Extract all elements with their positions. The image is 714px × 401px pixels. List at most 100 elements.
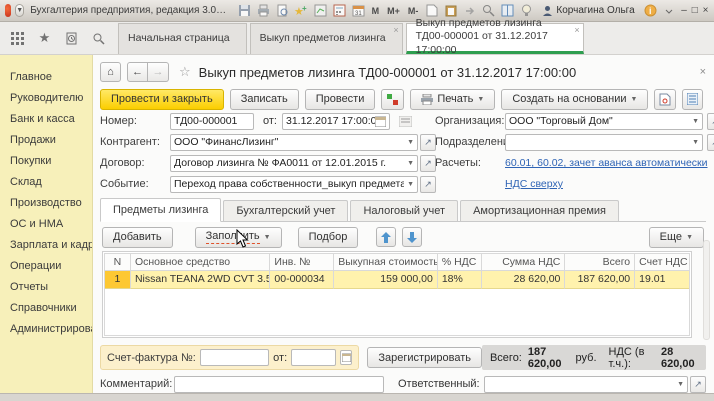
tab-home[interactable]: Начальная страница — [118, 23, 247, 54]
organization-open-button[interactable]: ↗ — [707, 113, 714, 130]
info-icon[interactable]: i — [643, 3, 658, 18]
save-icon[interactable] — [237, 3, 252, 18]
tab-leasing-items[interactable]: Предметы лизинга — [100, 198, 221, 222]
invoice-date-input[interactable] — [291, 349, 335, 366]
current-user[interactable]: Корчагина Ольга — [538, 5, 638, 17]
organization-input[interactable]: ООО "Торговый Дом"▼ — [505, 113, 703, 130]
vat-mode-link[interactable]: НДС сверху — [505, 178, 563, 190]
pick-button[interactable]: Подбор — [298, 227, 359, 248]
search-panel-icon[interactable] — [91, 31, 106, 46]
vertical-scrollbar[interactable] — [703, 240, 710, 340]
event-input[interactable]: Переход права собственности_выкуп предме… — [170, 176, 418, 193]
counterparty-input[interactable]: ООО "ФинансЛизинг"▼ — [170, 134, 418, 151]
sidebar-item-bank[interactable]: Банк и касса — [0, 109, 92, 130]
move-row-up-button[interactable] — [376, 227, 396, 247]
sidebar-item-manager[interactable]: Руководителю — [0, 88, 92, 109]
new-document-icon[interactable] — [424, 3, 439, 18]
search-icon[interactable] — [481, 3, 496, 18]
favorite-star-icon[interactable]: ☆ — [179, 64, 191, 80]
print-button[interactable]: Печать▼ — [410, 89, 495, 110]
cell-vat-percent[interactable]: 18% — [438, 271, 482, 289]
invoice-calendar-button[interactable] — [340, 350, 353, 365]
close-window-button[interactable]: × — [702, 5, 709, 16]
sidebar-item-reports[interactable]: Отчеты — [0, 277, 92, 298]
memory-m-plus-button[interactable]: М+ — [385, 6, 402, 16]
sidebar-item-fixed-assets[interactable]: ОС и НМА — [0, 214, 92, 235]
department-open-button[interactable]: ↗ — [707, 134, 714, 151]
split-view-icon[interactable] — [500, 3, 515, 18]
show-postings-button[interactable] — [381, 89, 404, 110]
number-input[interactable]: ТД00-000001 — [170, 113, 254, 130]
settlements-link[interactable]: 60.01, 60.02, зачет аванса автоматически — [505, 157, 708, 169]
window-menu-button[interactable]: ▼ — [15, 4, 24, 17]
print-preview-icon[interactable] — [275, 3, 290, 18]
print-icon[interactable] — [256, 3, 271, 18]
sidebar-item-sales[interactable]: Продажи — [0, 130, 92, 151]
attached-files-button[interactable] — [654, 89, 676, 110]
cell-vat-amount[interactable]: 28 620,00 — [482, 271, 566, 289]
sidebar-item-warehouse[interactable]: Склад — [0, 172, 92, 193]
close-tab-icon[interactable]: × — [574, 25, 579, 36]
tip-icon[interactable] — [519, 3, 534, 18]
post-and-close-button[interactable]: Провести и закрыть — [100, 89, 224, 110]
document-journal-button[interactable] — [682, 89, 703, 110]
close-tab-icon[interactable]: × — [393, 25, 398, 36]
memory-m-button[interactable]: М — [370, 6, 382, 16]
calculator-icon[interactable] — [332, 3, 347, 18]
tab-depreciation-bonus[interactable]: Амортизационная премия — [460, 200, 619, 221]
fill-button[interactable]: Заполнить▼ — [195, 227, 282, 248]
tab-accounting[interactable]: Бухгалтерский учет — [223, 200, 348, 221]
department-input[interactable]: ▼ — [505, 134, 703, 151]
add-favorite-icon[interactable]: ★+ — [294, 3, 309, 18]
sidebar-item-operations[interactable]: Операции — [0, 256, 92, 277]
tab-tax[interactable]: Налоговый учет — [350, 200, 458, 221]
close-document-icon[interactable]: × — [700, 66, 706, 78]
event-open-button[interactable]: ↗ — [420, 176, 436, 193]
responsible-open-button[interactable]: ↗ — [690, 376, 706, 393]
history-panel-icon[interactable] — [64, 31, 79, 46]
calendar-icon[interactable] — [375, 116, 386, 127]
sidebar-item-administration[interactable]: Администрирование — [0, 319, 92, 340]
post-button[interactable]: Провести — [305, 89, 376, 110]
cell-row-number[interactable]: 1 — [105, 271, 131, 289]
history-icon[interactable] — [313, 3, 328, 18]
sidebar-item-production[interactable]: Производство — [0, 193, 92, 214]
sidebar-item-main[interactable]: Главное — [0, 67, 92, 88]
contract-input[interactable]: Договор лизинга № ФА0011 от 12.01.2015 г… — [170, 155, 418, 172]
table-row[interactable]: 1 Nissan TEANA 2WD CVT 3.5 Premium 00-00… — [105, 271, 689, 289]
go-forward-icon[interactable] — [462, 3, 477, 18]
sections-menu-icon[interactable] — [10, 31, 25, 46]
invoice-number-input[interactable] — [200, 349, 269, 366]
cell-redemption-value[interactable]: 159 000,00 — [334, 271, 438, 289]
sidebar-item-salary[interactable]: Зарплата и кадры — [0, 235, 92, 256]
calendar-icon[interactable]: 31 — [351, 3, 366, 18]
chevron-down-icon[interactable] — [662, 3, 677, 18]
memory-m-minus-button[interactable]: М- — [406, 6, 421, 16]
create-based-on-button[interactable]: Создать на основании▼ — [501, 89, 648, 110]
sidebar-item-references[interactable]: Справочники — [0, 298, 92, 319]
responsible-input[interactable]: ▼ — [484, 376, 688, 393]
move-row-down-button[interactable] — [402, 227, 422, 247]
maximize-button[interactable]: □ — [691, 5, 698, 16]
forward-button[interactable]: → — [148, 62, 169, 82]
date-input[interactable]: 31.12.2017 17:00:00 — [282, 113, 390, 130]
grid-more-button[interactable]: Еще▼ — [649, 227, 704, 248]
comment-input[interactable] — [174, 376, 384, 393]
sidebar-item-purchases[interactable]: Покупки — [0, 151, 92, 172]
cell-total[interactable]: 187 620,00 — [565, 271, 635, 289]
cell-asset[interactable]: Nissan TEANA 2WD CVT 3.5 Premium — [131, 271, 270, 289]
paste-icon[interactable] — [443, 3, 458, 18]
cell-vat-account[interactable]: 19.01 — [635, 271, 689, 289]
save-button[interactable]: Записать — [230, 89, 299, 110]
favorites-icon[interactable]: ★ — [37, 31, 52, 46]
counterparty-open-button[interactable]: ↗ — [420, 134, 436, 151]
add-row-button[interactable]: Добавить — [102, 227, 173, 248]
cell-inventory-number[interactable]: 00-000034 — [270, 271, 334, 289]
tab-leasing-document[interactable]: Выкуп предметов лизинга ТД00-000001 от 3… — [406, 23, 584, 54]
register-invoice-button[interactable]: Зарегистрировать — [367, 347, 482, 368]
home-button[interactable]: ⌂ — [100, 62, 121, 82]
tab-leasing-list[interactable]: Выкуп предметов лизинга × — [250, 23, 403, 54]
subordination-structure-icon[interactable] — [398, 114, 413, 129]
contract-open-button[interactable]: ↗ — [420, 155, 436, 172]
back-button[interactable]: ← — [127, 62, 148, 82]
